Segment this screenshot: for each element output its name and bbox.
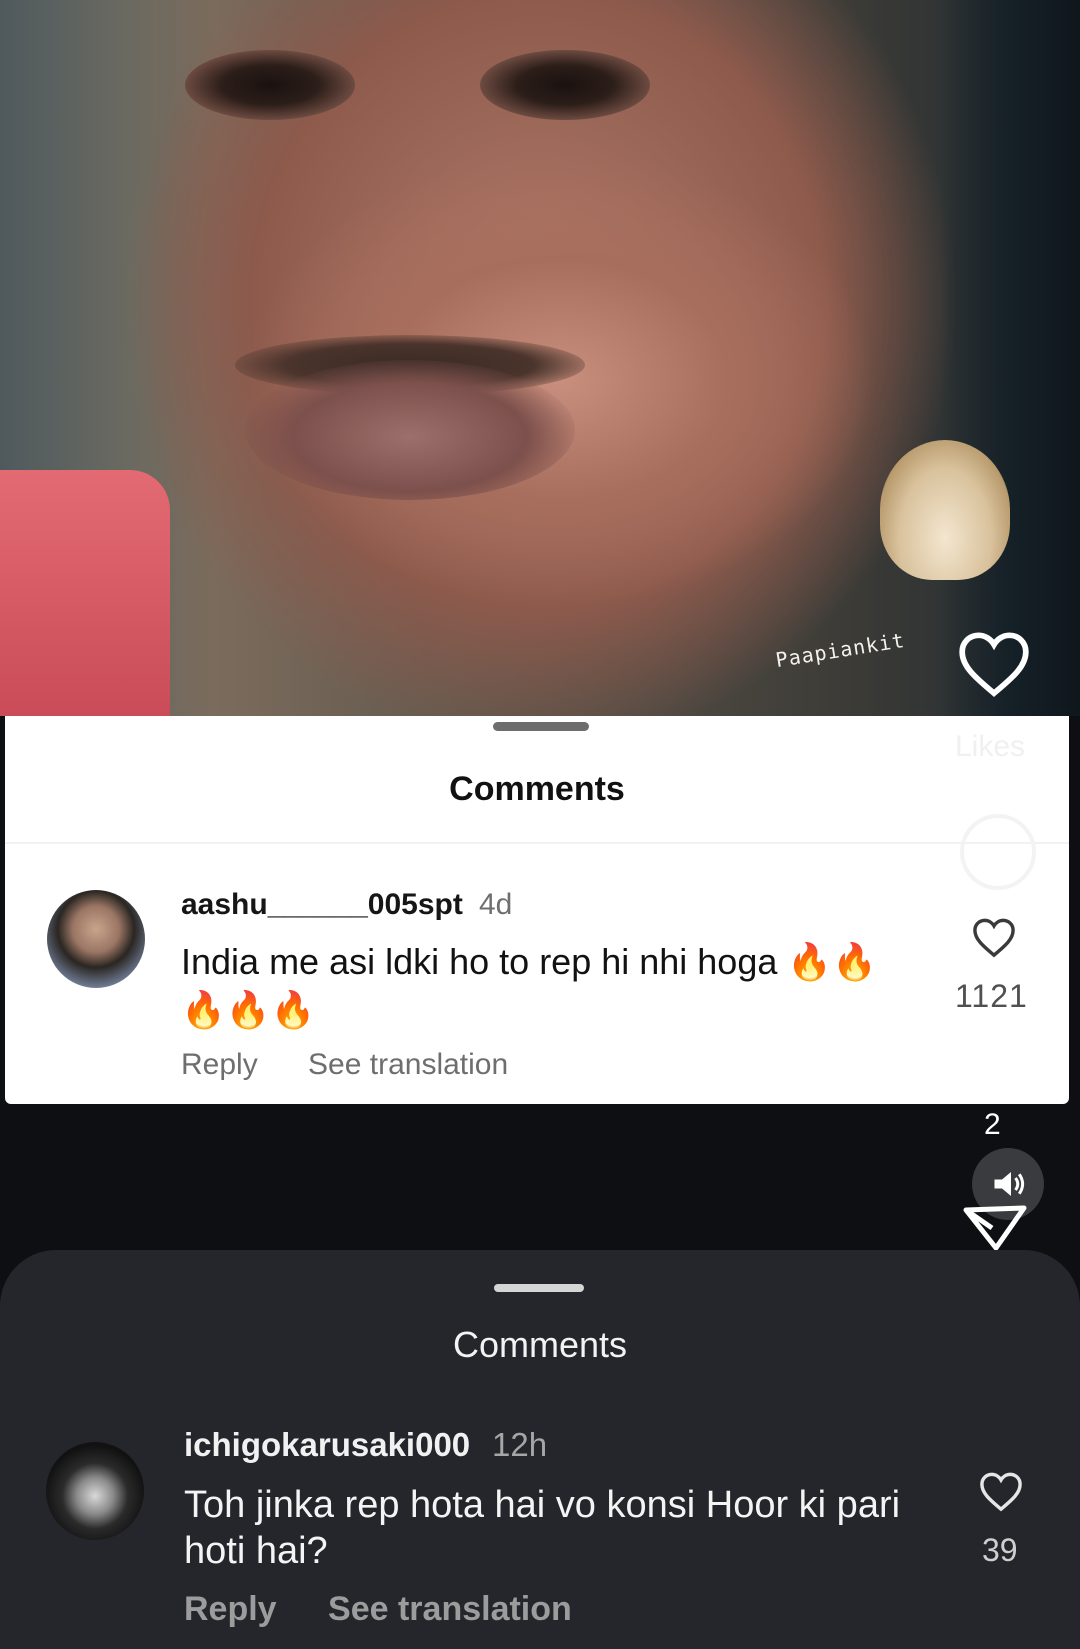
comment-like-count: 39	[982, 1532, 1018, 1568]
reply-button[interactable]: Reply	[184, 1590, 277, 1628]
avatar[interactable]	[46, 1442, 144, 1540]
comment-like-heart-icon[interactable]	[978, 1470, 1024, 1512]
comment-actions: Reply See translation	[184, 1590, 614, 1629]
photo-eye-left	[185, 50, 355, 120]
avatar[interactable]	[47, 890, 145, 988]
comment-timestamp: 12h	[492, 1426, 548, 1463]
reel-video-frame[interactable]: Paapiankit	[0, 0, 1080, 716]
reply-button[interactable]: Reply	[181, 1048, 258, 1081]
comment-like-heart-icon[interactable]	[971, 916, 1017, 958]
photo-eye-right	[480, 50, 650, 120]
sheet-drag-handle[interactable]	[493, 722, 589, 731]
photo-shirt	[0, 470, 170, 716]
photo-hair	[940, 0, 1080, 716]
divider	[5, 842, 1069, 844]
comment-timestamp: 4d	[479, 888, 513, 921]
comments-title: Comments	[452, 1324, 628, 1365]
comments-title: Comments	[449, 770, 625, 808]
comment-like-count: 1121	[955, 978, 1028, 1014]
see-translation-button[interactable]: See translation	[328, 1590, 572, 1628]
comment-username[interactable]: ichigokarusaki000	[184, 1426, 470, 1464]
send-icon[interactable]	[962, 1204, 1028, 1250]
faint-likes-label: Likes	[955, 730, 1026, 763]
photo-lips	[245, 360, 575, 500]
comment-text: Toh jinka rep hota hai vo konsi Hoor ki …	[184, 1484, 901, 1572]
reel-like-heart-icon[interactable]	[955, 628, 1033, 698]
faint-comment-icon	[960, 814, 1036, 890]
comment-username[interactable]: aashu______005spt	[181, 888, 463, 922]
comments-sheet-dark: Comments ichigokarusaki000 12h Toh jinka…	[0, 1250, 1080, 1649]
comment-text: India me asi ldki ho to rep hi nhi hoga …	[181, 941, 878, 1030]
comments-card-light: Likes Comments aashu______005spt 4d Indi…	[5, 716, 1069, 1104]
reel-watermark: Paapiankit	[773, 627, 907, 673]
share-count: 2	[984, 1108, 1001, 1141]
see-translation-button[interactable]: See translation	[308, 1048, 508, 1081]
comment-actions: Reply See translation	[181, 1048, 550, 1082]
sheet-drag-handle[interactable]	[494, 1284, 584, 1292]
photo-earring	[880, 440, 1010, 580]
